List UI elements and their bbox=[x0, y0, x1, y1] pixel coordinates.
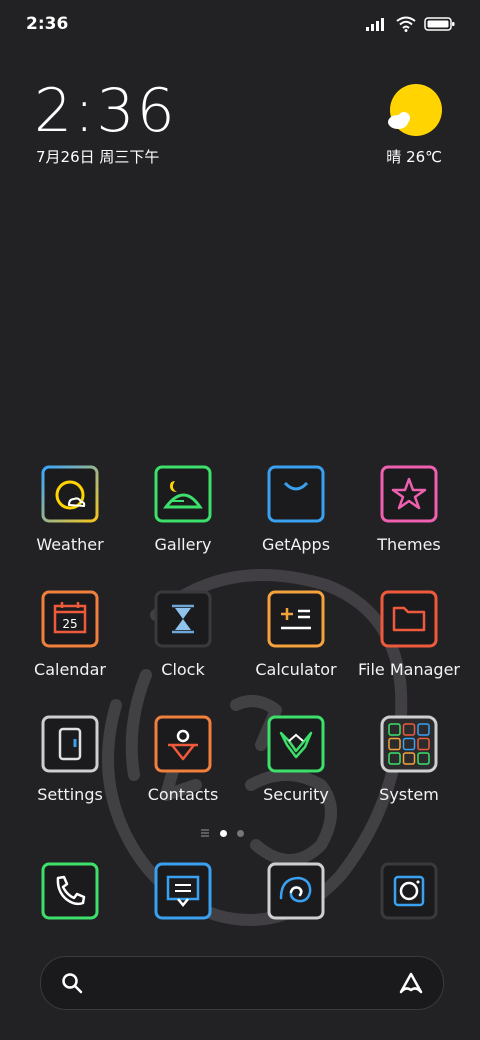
messages-icon bbox=[154, 862, 212, 920]
app-label: Security bbox=[263, 785, 329, 804]
shopping-bag-icon bbox=[267, 465, 325, 523]
app-gallery[interactable]: Gallery bbox=[128, 465, 238, 554]
app-label: Clock bbox=[161, 660, 205, 679]
wifi-icon bbox=[396, 16, 416, 32]
app-contacts[interactable]: Contacts bbox=[128, 715, 238, 804]
camera-icon bbox=[380, 862, 438, 920]
page-dot-active[interactable] bbox=[220, 829, 227, 837]
folder-icon bbox=[380, 590, 438, 648]
calculator-icon bbox=[267, 590, 325, 648]
dock-camera[interactable] bbox=[354, 862, 464, 920]
app-label: Calendar bbox=[34, 660, 106, 679]
clock-widget-date[interactable]: 7月26日 周三下午 bbox=[36, 146, 159, 167]
app-label: Gallery bbox=[154, 535, 212, 554]
clock-widget-time[interactable]: 2:36 bbox=[34, 76, 177, 146]
app-label: GetApps bbox=[261, 535, 331, 554]
app-security[interactable]: Security bbox=[241, 715, 351, 804]
folder-system[interactable]: System bbox=[354, 715, 464, 804]
shield-icon bbox=[267, 715, 325, 773]
sunny-cloud-icon bbox=[388, 84, 442, 136]
app-list-icon bbox=[201, 829, 209, 837]
app-getapps[interactable]: GetApps bbox=[241, 465, 351, 554]
search-icon[interactable] bbox=[61, 972, 83, 994]
app-calendar[interactable]: 25 Calendar bbox=[15, 590, 125, 679]
settings-icon bbox=[41, 715, 99, 773]
battery-icon bbox=[424, 17, 455, 31]
app-calculator[interactable]: Calculator bbox=[241, 590, 351, 679]
hourglass-icon bbox=[154, 590, 212, 648]
dock-messages[interactable] bbox=[128, 862, 238, 920]
page-dot[interactable] bbox=[237, 829, 244, 837]
search-bar[interactable] bbox=[40, 956, 444, 1010]
weather-icon bbox=[41, 465, 99, 523]
app-file-manager[interactable]: File Manager bbox=[354, 590, 464, 679]
folder-grid-icon bbox=[380, 715, 438, 773]
calendar-date-number: 25 bbox=[62, 617, 77, 631]
status-bar: 2:36 bbox=[0, 0, 480, 50]
app-weather[interactable]: Weather bbox=[15, 465, 125, 554]
app-themes[interactable]: Themes bbox=[354, 465, 464, 554]
app-settings[interactable]: Settings bbox=[15, 715, 125, 804]
dock-phone[interactable] bbox=[15, 862, 125, 920]
app-label: Calculator bbox=[255, 660, 337, 679]
calendar-icon: 25 bbox=[41, 590, 99, 648]
gallery-icon bbox=[154, 465, 212, 523]
app-label: Themes bbox=[377, 535, 441, 554]
app-label: Settings bbox=[37, 785, 103, 804]
app-label: Weather bbox=[36, 535, 104, 554]
app-label: File Manager bbox=[358, 660, 460, 679]
phone-icon bbox=[41, 862, 99, 920]
weather-widget-text[interactable]: 晴 26℃ bbox=[386, 146, 442, 167]
signal-icon bbox=[366, 18, 384, 31]
contacts-icon bbox=[154, 715, 212, 773]
app-label: Contacts bbox=[147, 785, 219, 804]
app-label: System bbox=[379, 785, 439, 804]
status-time: 2:36 bbox=[26, 14, 69, 34]
status-icons bbox=[366, 16, 456, 32]
assistant-icon[interactable] bbox=[397, 970, 425, 996]
page-indicator bbox=[200, 828, 244, 838]
dock-browser[interactable] bbox=[241, 862, 351, 920]
star-icon bbox=[380, 465, 438, 523]
app-clock[interactable]: Clock bbox=[128, 590, 238, 679]
browser-icon bbox=[267, 862, 325, 920]
